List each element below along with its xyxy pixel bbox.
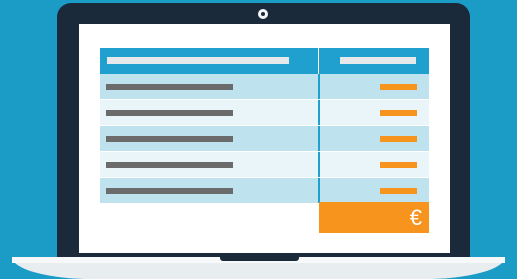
description-placeholder [106,84,233,90]
header-amount-placeholder [340,57,416,64]
amount-placeholder [380,136,417,142]
laptop-notch [220,257,299,261]
euro-icon: € [409,205,422,230]
table-row [100,178,429,204]
column-divider [318,100,320,125]
table-row [100,74,429,100]
column-divider [318,48,319,74]
table-row [100,152,429,178]
webcam-icon [258,9,268,19]
header-description-placeholder [107,57,289,64]
laptop-base [12,257,505,279]
amount-placeholder [380,162,417,168]
column-divider [318,126,320,151]
table-row [100,126,429,152]
description-placeholder [106,136,233,142]
invoice-table [100,48,429,204]
table-row [100,100,429,126]
amount-placeholder [380,84,417,90]
total-euro-box: € [319,202,429,233]
column-divider [318,178,320,203]
column-divider [318,74,320,99]
table-header-row [100,48,429,74]
description-placeholder [106,188,233,194]
amount-placeholder [380,188,417,194]
description-placeholder [106,162,233,168]
column-divider [318,152,320,177]
amount-placeholder [380,110,417,116]
description-placeholder [106,110,233,116]
